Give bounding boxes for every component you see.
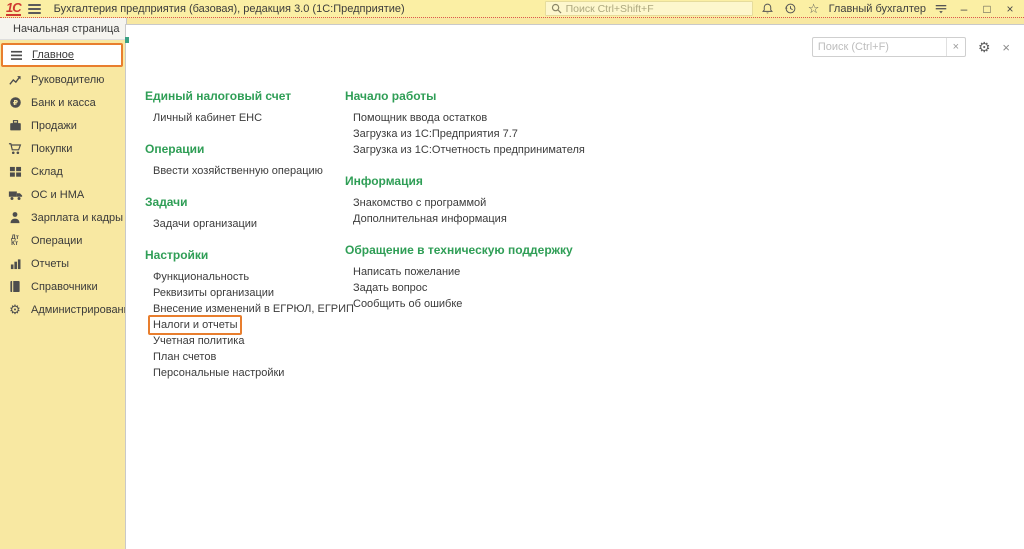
sidebar-item-label: Администрирование — [31, 303, 136, 316]
link-pomoshchnik-vvoda-ostatkov[interactable]: Помощник ввода остатков — [345, 110, 585, 126]
person-icon — [7, 211, 23, 224]
window-title: Бухгалтерия предприятия (базовая), редак… — [53, 2, 405, 15]
1c-logo: 1С — [6, 0, 22, 16]
sidebar-item-zarplata-i-kadry[interactable]: Зарплата и кадры — [0, 206, 125, 229]
section-title: Начало работы — [345, 89, 437, 103]
sidebar-item-prodazhi[interactable]: Продажи — [0, 114, 125, 137]
panel-toolbar: × ⚙ × — [811, 37, 1010, 57]
sidebar-item-label: Руководителю — [31, 73, 105, 86]
link-napisat-pozhelanie[interactable]: Написать пожелание — [345, 264, 585, 280]
link-rekvizity-organizacii[interactable]: Реквизиты организации — [145, 285, 345, 301]
sidebar-item-label: Покупки — [31, 142, 73, 155]
section-title: Операции — [145, 142, 205, 156]
page-search-field[interactable]: × — [811, 37, 966, 57]
sidebar-item-label: Зарплата и кадры — [31, 211, 124, 224]
window-titlebar: 1С Бухгалтерия предприятия (базовая), ре… — [0, 0, 1024, 17]
link-vvesti-hozyajstvennuyu-operaciyu[interactable]: Ввести хозяйственную операцию — [145, 163, 345, 179]
settings-gear-icon[interactable]: ⚙ — [978, 40, 991, 54]
warehouse-grid-icon — [7, 166, 23, 178]
sidebar-item-pokupki[interactable]: Покупки — [0, 137, 125, 160]
links-column-right: Начало работы Помощник ввода остатков За… — [345, 89, 585, 397]
minimize-button[interactable]: – — [956, 3, 972, 15]
sidebar-item-label: Продажи — [31, 119, 77, 132]
sidebar-item-otchety[interactable]: Отчеты — [0, 252, 125, 275]
sidebar-item-label: Главное — [32, 49, 75, 61]
section-nastrojki: Настройки Функциональность Реквизиты орг… — [145, 248, 354, 381]
sidebar-item-label: Справочники — [31, 280, 98, 293]
ruble-coin-icon: ₽ — [7, 96, 23, 109]
sidebar-item-label: Операции — [31, 234, 83, 247]
history-icon[interactable] — [783, 1, 799, 16]
link-plan-schetov[interactable]: План счетов — [145, 349, 345, 365]
sidebar-item-label: Склад — [31, 165, 63, 178]
main-menu-icon[interactable] — [27, 2, 41, 16]
svg-text:₽: ₽ — [12, 98, 17, 107]
sidebar-item-operacii[interactable]: Дт Кт Операции — [0, 229, 125, 252]
sidebar: Начальная страница Главное Руководителю … — [0, 18, 136, 549]
section-title: Настройки — [145, 248, 209, 262]
link-zadat-vopros[interactable]: Задать вопрос — [345, 280, 585, 296]
bar-chart-icon — [7, 258, 23, 270]
sidebar-item-label: Банк и касса — [31, 96, 96, 109]
link-nalogi-i-otchety-row: Налоги и отчеты — [145, 315, 345, 335]
search-icon — [551, 3, 562, 14]
link-zagruzka-iz-1c-otchetnost[interactable]: Загрузка из 1С:Отчетность предпринимател… — [345, 142, 585, 158]
link-uchetnaya-politika[interactable]: Учетная политика — [145, 333, 345, 349]
link-znakomstvo-s-programmoj[interactable]: Знакомство с программой — [345, 195, 585, 211]
page-search-input[interactable] — [812, 41, 946, 53]
section-title: Задачи — [145, 195, 188, 209]
sidebar-item-label: Отчеты — [31, 257, 70, 270]
truck-icon — [7, 189, 23, 201]
home-page-panel: × ⚙ × Единый налоговый счет Личный кабин… — [125, 24, 1024, 549]
tab-home-page[interactable]: Начальная страница — [0, 18, 127, 40]
list-menu-icon — [8, 50, 24, 61]
sidebar-item-label: ОС и НМА — [31, 188, 85, 201]
functions-menu-icon[interactable] — [933, 1, 949, 16]
link-dopolnitelnaya-informaciya[interactable]: Дополнительная информация — [345, 211, 585, 227]
links-column-left: Единый налоговый счет Личный кабинет ЕНС… — [145, 89, 354, 397]
section-informaciya: Информация Знакомство с программой Допол… — [345, 174, 585, 227]
sidebar-item-bank-i-kassa[interactable]: ₽ Банк и касса — [0, 91, 125, 114]
sidebar-nav: Главное Руководителю ₽ Банк и касса Прод… — [0, 40, 136, 321]
sidebar-item-sklad[interactable]: Склад — [0, 160, 125, 183]
close-window-button[interactable]: × — [1002, 3, 1018, 15]
tab-home-label: Начальная страница — [13, 22, 120, 35]
notifications-bell-icon[interactable] — [760, 1, 776, 16]
link-funkcionalnost[interactable]: Функциональность — [145, 269, 345, 285]
gear-icon: ⚙ — [9, 302, 21, 317]
global-search-input[interactable] — [565, 2, 747, 15]
book-icon — [7, 280, 23, 293]
sidebar-item-os-i-nma[interactable]: ОС и НМА — [0, 183, 125, 206]
debit-credit-icon: Дт Кт — [11, 233, 19, 247]
active-panel-marker — [125, 37, 129, 43]
link-personalnye-nastrojki[interactable]: Персональные настройки — [145, 365, 345, 381]
section-zadachi: Задачи Задачи организации — [145, 195, 345, 232]
maximize-button[interactable]: □ — [979, 3, 995, 15]
link-lichnyj-kabinet-ens[interactable]: Личный кабинет ЕНС — [145, 110, 345, 126]
current-user-label[interactable]: Главный бухгалтер — [829, 3, 926, 15]
section-edinyj-nalogovyj-schet: Единый налоговый счет Личный кабинет ЕНС — [145, 89, 345, 126]
sidebar-item-spravochniki[interactable]: Справочники — [0, 275, 125, 298]
section-title: Обращение в техническую поддержку — [345, 243, 573, 257]
global-search-field[interactable] — [544, 1, 753, 16]
sidebar-item-administrirovanie[interactable]: ⚙ Администрирование — [0, 298, 136, 321]
trend-chart-icon — [7, 74, 23, 86]
section-nachalo-raboty: Начало работы Помощник ввода остатков За… — [345, 89, 585, 158]
section-tehpodderzhka: Обращение в техническую поддержку Написа… — [345, 243, 585, 312]
command-links-area: Единый налоговый счет Личный кабинет ЕНС… — [145, 89, 585, 397]
link-zagruzka-iz-1c-predpriyatiya-77[interactable]: Загрузка из 1С:Предприятия 7.7 — [345, 126, 585, 142]
shopping-cart-icon — [7, 142, 23, 155]
clear-search-icon[interactable]: × — [945, 38, 965, 56]
section-title: Единый налоговый счет — [145, 89, 292, 103]
section-title: Информация — [345, 174, 423, 188]
briefcase-icon — [7, 119, 23, 132]
sidebar-item-glavnoe[interactable]: Главное — [1, 43, 123, 67]
link-zadachi-organizacii[interactable]: Задачи организации — [145, 216, 345, 232]
favorites-star-icon[interactable]: ☆ — [806, 1, 822, 16]
close-panel-icon[interactable]: × — [1002, 41, 1010, 54]
sidebar-item-rukovoditelyu[interactable]: Руководителю — [0, 68, 125, 91]
link-soobshchit-ob-oshibke[interactable]: Сообщить об ошибке — [345, 296, 585, 312]
link-nalogi-i-otchety[interactable]: Налоги и отчеты — [148, 315, 243, 335]
section-operacii: Операции Ввести хозяйственную операцию — [145, 142, 345, 179]
